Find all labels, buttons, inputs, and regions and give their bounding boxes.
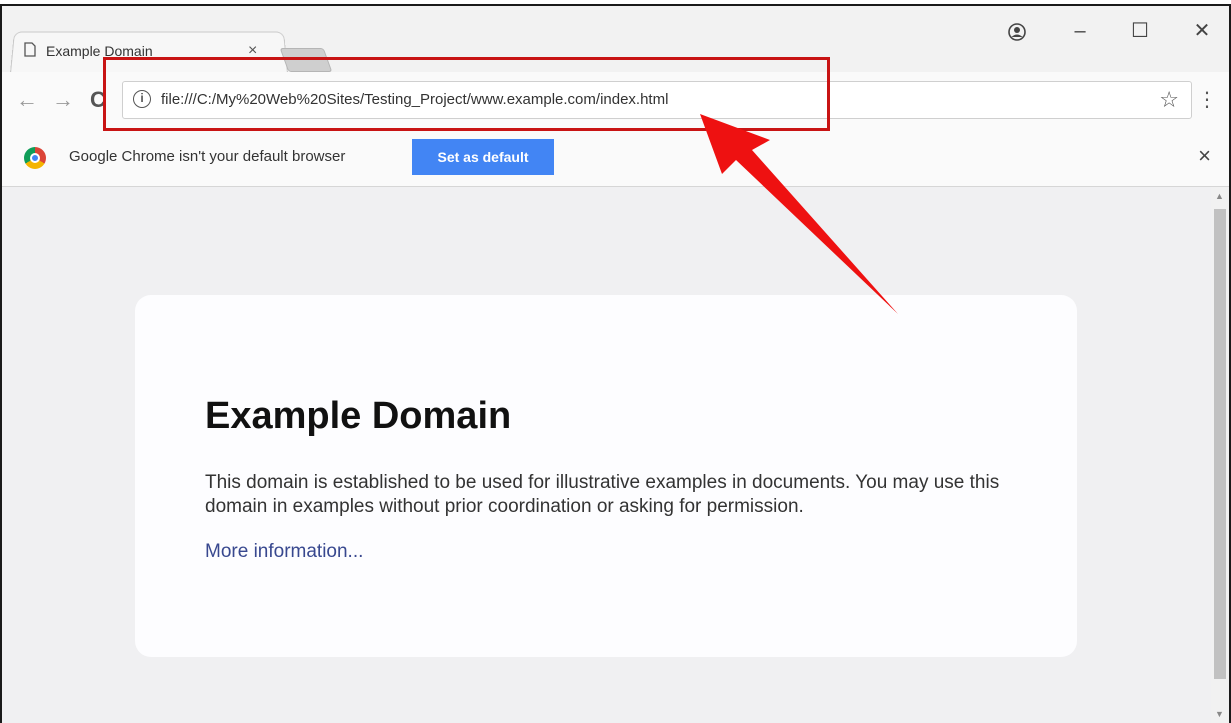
page-viewport: Example Domain This domain is establishe…	[2, 187, 1211, 723]
page-icon	[24, 42, 36, 60]
forward-arrow-icon[interactable]: →	[52, 88, 74, 112]
bookmark-star-icon[interactable]: ☆	[1159, 87, 1179, 113]
scroll-thumb[interactable]	[1214, 209, 1226, 679]
profile-icon[interactable]	[997, 16, 1037, 46]
site-info-icon[interactable]: i	[133, 90, 151, 108]
url-text[interactable]: file:///C:/My%20Web%20Sites/Testing_Proj…	[161, 91, 668, 108]
title-bar: Example Domain × – ☐ ✕	[2, 6, 1229, 75]
back-arrow-icon[interactable]: ←	[16, 88, 38, 112]
scroll-up-icon[interactable]: ▲	[1215, 191, 1224, 201]
vertical-scrollbar[interactable]: ▲ ▼	[1211, 187, 1229, 723]
maximize-button[interactable]: ☐	[1120, 16, 1160, 46]
chrome-logo-icon	[24, 147, 46, 169]
tab-close-icon[interactable]: ×	[248, 42, 257, 60]
menu-kebab-icon[interactable]: ⋮	[1197, 88, 1217, 112]
scroll-down-icon[interactable]: ▼	[1215, 709, 1224, 719]
more-information-link[interactable]: More information...	[205, 541, 363, 563]
infobar-close-icon[interactable]: ×	[1198, 143, 1211, 169]
infobar-message: Google Chrome isn't your default browser	[69, 148, 346, 165]
page-heading: Example Domain	[205, 395, 512, 437]
page-description: This domain is established to be used fo…	[205, 472, 1000, 517]
content-card: Example Domain This domain is establishe…	[135, 295, 1077, 657]
new-tab-button[interactable]	[279, 48, 333, 72]
minimize-button[interactable]: –	[1060, 16, 1100, 46]
browser-window: Example Domain × – ☐ ✕ ← → C i file:///C…	[0, 4, 1231, 723]
set-as-default-button[interactable]: Set as default	[412, 139, 554, 175]
tab-title: Example Domain	[46, 43, 153, 59]
default-browser-infobar: Google Chrome isn't your default browser…	[2, 128, 1229, 187]
reload-icon[interactable]: C	[90, 88, 106, 112]
browser-toolbar: ← → C i file:///C:/My%20Web%20Sites/Test…	[2, 72, 1229, 129]
address-bar[interactable]: i file:///C:/My%20Web%20Sites/Testing_Pr…	[122, 81, 1192, 119]
close-window-button[interactable]: ✕	[1182, 16, 1222, 46]
tab-content: Example Domain	[24, 34, 274, 68]
